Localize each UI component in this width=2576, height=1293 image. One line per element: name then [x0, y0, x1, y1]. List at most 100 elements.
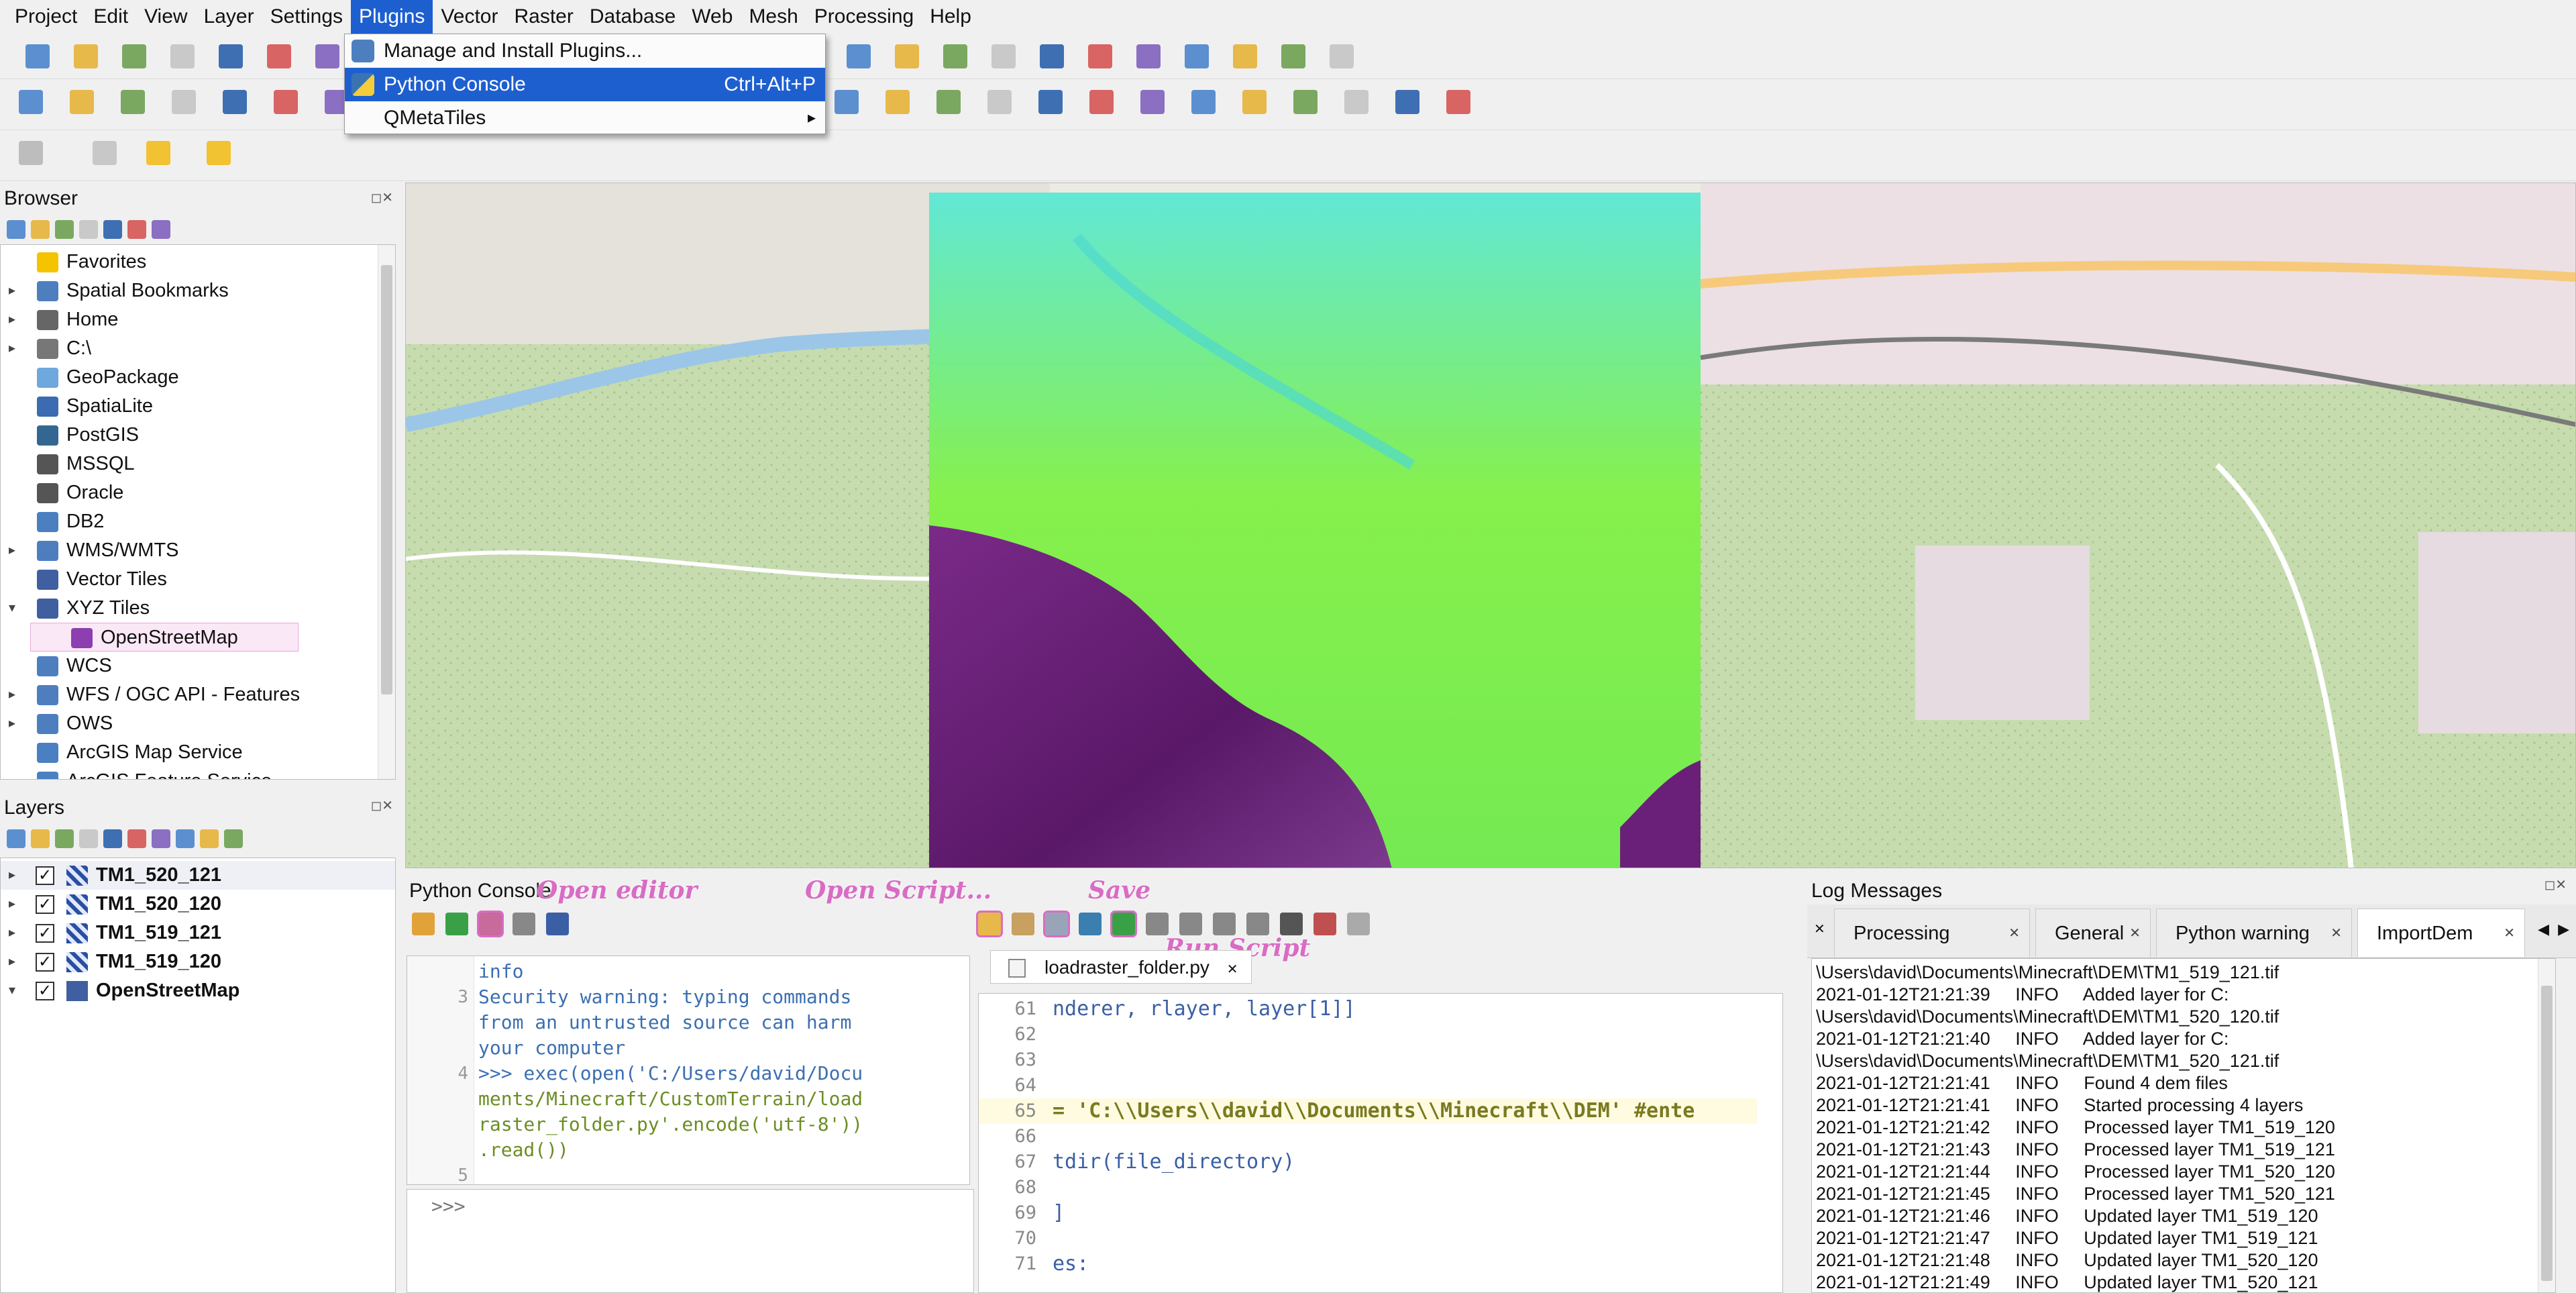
panel-close-icon[interactable]: ◻✕ — [371, 189, 393, 206]
toolbar2-tool-6-icon[interactable] — [268, 85, 303, 119]
layer-visibility-checkbox[interactable]: ✓ — [36, 866, 54, 885]
clear-console-icon[interactable] — [412, 913, 435, 935]
layers-tool-8-icon[interactable] — [176, 829, 195, 848]
tab-scroll-left-icon[interactable]: ◀ — [2538, 921, 2549, 938]
browser-tool-5-icon[interactable] — [103, 220, 122, 239]
map-canvas[interactable] — [405, 183, 2576, 868]
toolbar2-tool-20-icon[interactable] — [1441, 85, 1476, 119]
log-tab-python-warning[interactable]: Python warning ✕ — [2156, 909, 2352, 957]
menu-plugins[interactable]: Plugins — [351, 0, 433, 34]
layers-tool-4-icon[interactable] — [79, 829, 98, 848]
toolbar2-tool-11-icon[interactable] — [982, 85, 1017, 119]
browser-tool-1-icon[interactable] — [7, 220, 25, 239]
expand-arrow-icon[interactable]: ▸ — [9, 709, 21, 738]
menu-web[interactable]: Web — [684, 0, 741, 34]
expand-arrow-icon[interactable]: ▸ — [9, 680, 21, 709]
log-scrollbar[interactable] — [2538, 959, 2555, 1292]
layer-visibility-checkbox[interactable]: ✓ — [36, 982, 54, 1000]
menu-item-qmetatiles[interactable]: QMetaTiles ▸ — [345, 101, 825, 135]
toolbar3-tool-3-icon[interactable] — [141, 136, 176, 170]
copy-icon[interactable] — [1179, 913, 1202, 935]
toolbar2-tool-10-icon[interactable] — [931, 85, 966, 119]
toolbar2-tool-17-icon[interactable] — [1288, 85, 1323, 119]
toolbar1-tool-7-icon[interactable] — [310, 39, 345, 74]
expand-arrow-icon[interactable]: ▸ — [9, 276, 21, 305]
menu-processing[interactable]: Processing — [806, 0, 922, 34]
menu-item-manage-plugins[interactable]: Manage and Install Plugins... — [345, 34, 825, 68]
browser-item-spatialite[interactable]: SpatiaLite — [1, 392, 376, 421]
browser-item-db2[interactable]: DB2 — [1, 507, 376, 536]
browser-tool-7-icon[interactable] — [152, 220, 170, 239]
tab-close-icon[interactable]: ✕ — [1227, 962, 1238, 977]
comment-icon[interactable] — [1280, 913, 1303, 935]
log-tab-processing[interactable]: Processing ✕ — [1834, 909, 2030, 957]
toolbar2-tool-1-icon[interactable] — [13, 85, 48, 119]
toolbar1-tool-18-icon[interactable] — [1324, 39, 1359, 74]
menu-mesh[interactable]: Mesh — [741, 0, 806, 34]
layers-tool-2-icon[interactable] — [31, 829, 50, 848]
browser-item-home[interactable]: ▸ Home — [1, 305, 376, 334]
tab-close-icon[interactable]: ✕ — [2008, 909, 2020, 958]
browser-item-wfs-ogc-api-features[interactable]: ▸ WFS / OGC API - Features — [1, 680, 376, 709]
toolbar1-tool-1-icon[interactable] — [20, 39, 55, 74]
expand-arrow-icon[interactable]: ▾ — [9, 594, 21, 623]
console-input-area[interactable]: >>> — [407, 1189, 974, 1293]
save-as-icon[interactable] — [1079, 913, 1102, 935]
script-editor[interactable]: 61 nderer, rlayer, layer[1]] 62 63 64 65 = 'C:… — [978, 993, 1783, 1293]
toolbar2-tool-18-icon[interactable] — [1339, 85, 1374, 119]
layers-tool-3-icon[interactable] — [55, 829, 74, 848]
toolbar1-tool-16-icon[interactable] — [1228, 39, 1263, 74]
expand-arrow-icon[interactable]: ▸ — [9, 334, 21, 363]
toolbar1-tool-6-icon[interactable] — [262, 39, 297, 74]
browser-tool-4-icon[interactable] — [79, 220, 98, 239]
menu-database[interactable]: Database — [582, 0, 684, 34]
editor-tab[interactable]: loadraster_folder.py ✕ — [990, 950, 1252, 984]
browser-item-vector-tiles[interactable]: Vector Tiles — [1, 565, 376, 594]
run-script-icon[interactable] — [1110, 911, 1137, 937]
layers-tool-6-icon[interactable] — [127, 829, 146, 848]
browser-item-c[interactable]: ▸ C:\ — [1, 334, 376, 363]
toolbar2-tool-2-icon[interactable] — [64, 85, 99, 119]
browser-item-spatial-bookmarks[interactable]: ▸ Spatial Bookmarks — [1, 276, 376, 305]
toolbar1-tool-15-icon[interactable] — [1179, 39, 1214, 74]
menu-layer[interactable]: Layer — [196, 0, 262, 34]
browser-item-xyz-tiles[interactable]: ▾ XYZ Tiles — [1, 594, 376, 623]
toolbar3-tool-4-icon[interactable] — [201, 136, 236, 170]
menu-help[interactable]: Help — [922, 0, 979, 34]
toolbar1-tool-2-icon[interactable] — [68, 39, 103, 74]
toolbar2-tool-12-icon[interactable] — [1033, 85, 1068, 119]
expand-arrow-icon[interactable]: ▾ — [9, 976, 15, 1005]
toolbar2-tool-4-icon[interactable] — [166, 85, 201, 119]
expand-arrow-icon[interactable]: ▸ — [9, 861, 15, 890]
toolbar2-tool-5-icon[interactable] — [217, 85, 252, 119]
run-command-icon[interactable] — [445, 913, 468, 935]
layer-row-openstreetmap[interactable]: ▾ ✓ OpenStreetMap — [1, 976, 395, 1005]
object-inspector-icon[interactable] — [1347, 913, 1370, 935]
toolbar1-tool-14-icon[interactable] — [1131, 39, 1166, 74]
menu-vector[interactable]: Vector — [433, 0, 506, 34]
tab-close-icon[interactable]: ✕ — [2129, 909, 2141, 958]
layers-tool-5-icon[interactable] — [103, 829, 122, 848]
menu-item-python-console[interactable]: Python Console Ctrl+Alt+P — [345, 68, 825, 101]
toolbar2-tool-14-icon[interactable] — [1135, 85, 1170, 119]
expand-arrow-icon[interactable]: ▸ — [9, 305, 21, 334]
expand-arrow-icon[interactable]: ▸ — [9, 536, 21, 565]
browser-item-postgis[interactable]: PostGIS — [1, 421, 376, 450]
toolbar2-tool-8-icon[interactable] — [829, 85, 864, 119]
show-editor-icon[interactable] — [477, 911, 504, 937]
expand-arrow-icon[interactable]: ▸ — [9, 890, 15, 919]
browser-tool-3-icon[interactable] — [55, 220, 74, 239]
tab-close-icon[interactable]: ✕ — [2504, 909, 2515, 958]
toolbar1-tool-12-icon[interactable] — [1034, 39, 1069, 74]
toolbar1-tool-4-icon[interactable] — [165, 39, 200, 74]
toolbar1-tool-3-icon[interactable] — [117, 39, 152, 74]
menu-view[interactable]: View — [136, 0, 195, 34]
browser-scrollbar[interactable] — [378, 245, 395, 779]
browser-item-arcgis-feature-service[interactable]: ArcGIS Feature Service — [1, 767, 376, 779]
toolbar1-tool-11-icon[interactable] — [986, 39, 1021, 74]
menu-project[interactable]: Project — [7, 0, 85, 34]
layers-tool-9-icon[interactable] — [200, 829, 219, 848]
expand-arrow-icon[interactable]: ▸ — [9, 919, 15, 947]
browser-item-wms-wmts[interactable]: ▸ WMS/WMTS — [1, 536, 376, 565]
browser-item-geopackage[interactable]: GeoPackage — [1, 363, 376, 392]
